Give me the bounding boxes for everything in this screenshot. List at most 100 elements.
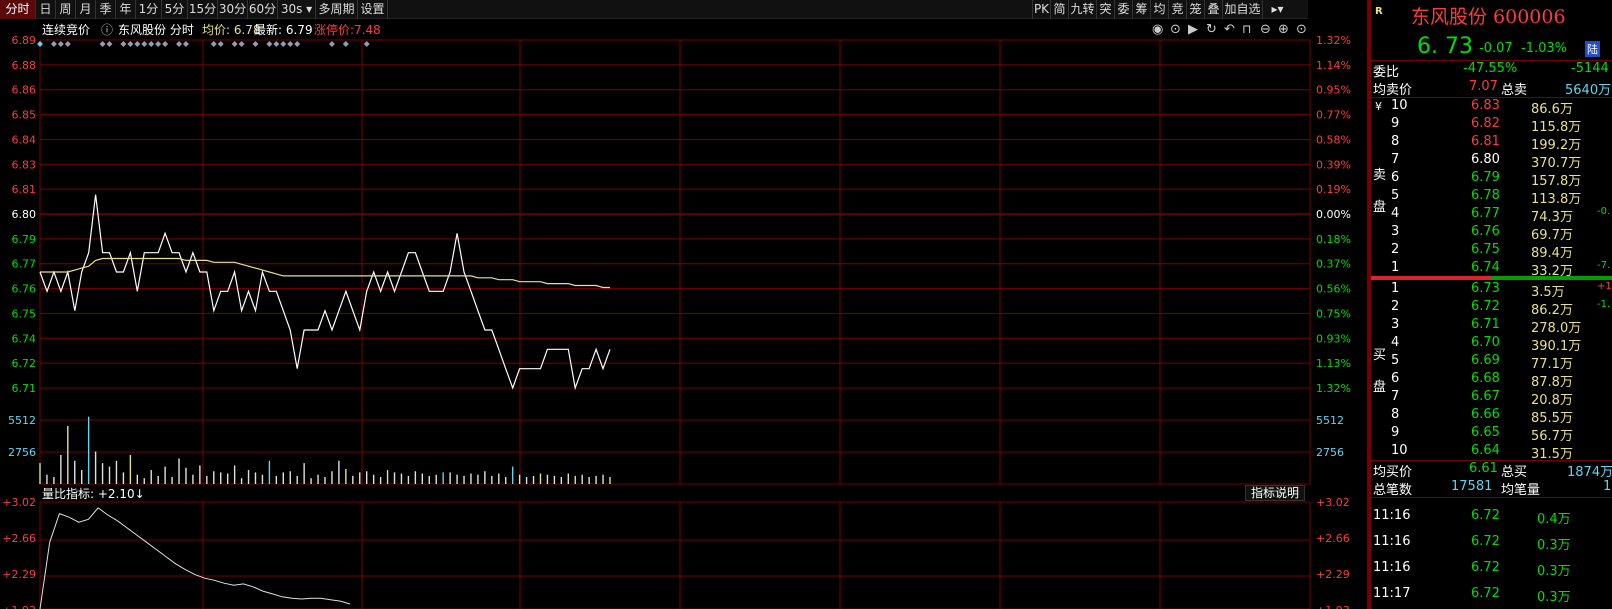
order-level: 2 (1391, 242, 1400, 257)
sell-order-row[interactable]: 9 6.82 115.8万 (1371, 116, 1612, 135)
order-level: 2 (1391, 299, 1400, 314)
avg-buy-price: 6.61 (1469, 461, 1498, 476)
price-tick-label: 6.85 (12, 109, 37, 122)
pct-tick-label: 0.39% (1316, 158, 1351, 171)
order-level: 10 (1391, 98, 1408, 113)
order-volume: 74.3万 (1531, 210, 1573, 225)
tick-row: 11:16 6.72 0.4万 (1371, 508, 1612, 527)
auction-marker (57, 41, 64, 47)
order-level: 3 (1391, 224, 1400, 239)
avg-sell-price: 7.07 (1469, 79, 1498, 94)
sell-order-row[interactable]: 3 6.76 69.7万 (1371, 224, 1612, 243)
price-tick-label: 6.71 (12, 382, 37, 395)
buy-order-row[interactable]: 8 6.66 85.5万 (1371, 407, 1612, 426)
tick-price: 6.72 (1471, 586, 1500, 601)
order-change: -0. (1597, 206, 1611, 217)
ratio-tick-label: +2.66 (2, 532, 36, 545)
auction-marker (182, 41, 189, 47)
avg-price-line (40, 257, 610, 289)
pct-tick-label: 0.19% (1316, 183, 1351, 196)
avg-buy-label: 均买价 (1373, 465, 1413, 480)
sell-order-row[interactable]: 7 6.80 370.7万 (1371, 152, 1612, 171)
volume-ratio-line (39, 507, 351, 609)
volume-ratio-title: 量比指标: +2.10↓ (42, 487, 145, 501)
tick-volume: 0.4万 (1537, 512, 1571, 527)
order-level: 1 (1391, 281, 1400, 296)
buy-order-row[interactable]: 9 6.65 56.7万 (1371, 425, 1612, 444)
avg-trade-value: 1 (1603, 479, 1612, 494)
auction-marker (294, 41, 301, 47)
order-price: 6.75 (1471, 242, 1500, 257)
order-price: 6.76 (1471, 224, 1500, 239)
auction-marker (134, 41, 141, 47)
volume-tick-label: 5512 (8, 414, 36, 427)
order-level: 6 (1391, 170, 1400, 185)
buy-order-row[interactable]: 1 6.73 3.5万 +1. (1371, 281, 1612, 300)
tick-price: 6.72 (1471, 560, 1500, 575)
auction-marker (266, 41, 273, 47)
order-price: 6.82 (1471, 116, 1500, 131)
sell-order-row[interactable]: 5 6.78 113.8万 (1371, 188, 1612, 207)
price-tick-label: 6.74 (12, 332, 37, 345)
order-level: 9 (1391, 425, 1400, 440)
order-price: 6.74 (1471, 260, 1500, 275)
tick-time: 11:16 (1373, 508, 1411, 523)
buy-order-row[interactable]: 7 6.67 20.8万 (1371, 389, 1612, 408)
order-level: 7 (1391, 389, 1400, 404)
order-volume: 115.8万 (1531, 120, 1582, 135)
price-tick-label: 6.76 (12, 283, 37, 296)
sell-order-row[interactable]: 8 6.81 199.2万 (1371, 134, 1612, 153)
buy-order-row[interactable]: 6 6.68 87.8万 (1371, 371, 1612, 390)
order-price: 6.77 (1471, 206, 1500, 221)
price-tick-label: 6.77 (12, 258, 37, 271)
buy-order-row[interactable]: 5 6.69 77.1万 (1371, 353, 1612, 372)
order-level: 1 (1391, 260, 1400, 275)
pct-tick-label: 0.75% (1316, 307, 1351, 320)
price-change: -0.07 (1479, 41, 1513, 56)
buy-order-row[interactable]: 4 6.70 390.1万 (1371, 335, 1612, 354)
ratio-tick-label: +1.93 (1316, 604, 1350, 609)
current-price: 6. 73 (1417, 34, 1473, 59)
auction-marker (148, 41, 155, 47)
total-trades-value: 17581 (1451, 479, 1493, 494)
price-series-line (39, 194, 611, 391)
tick-time: 11:16 (1373, 560, 1411, 575)
stock-title: 东风股份 600006 (1411, 6, 1566, 28)
sell-order-row[interactable]: 4 6.77 74.3万 -0. (1371, 206, 1612, 225)
order-price: 6.73 (1471, 281, 1500, 296)
pct-tick-label: 0.56% (1316, 283, 1351, 296)
spread-bar (1371, 276, 1612, 280)
order-volume: 390.1万 (1531, 339, 1582, 354)
ratio-tick-label: +2.66 (1316, 532, 1350, 545)
sell-order-row[interactable]: 6 6.79 157.8万 (1371, 170, 1612, 189)
auction-marker (120, 41, 127, 47)
order-volume: 20.8万 (1531, 393, 1573, 408)
commission-diff: -5144 (1571, 61, 1609, 76)
auction-marker (106, 41, 113, 47)
order-price: 6.79 (1471, 170, 1500, 185)
volume-tick-label: 5512 (1316, 414, 1344, 427)
sell-order-row[interactable]: 10 6.83 86.6万 (1371, 98, 1612, 117)
tick-row: 11:16 6.72 0.3万 (1371, 560, 1612, 579)
tick-volume: 0.3万 (1537, 538, 1571, 553)
tick-row: 11:16 6.72 0.3万 (1371, 534, 1612, 553)
buy-order-row[interactable]: 2 6.72 86.2万 -1. (1371, 299, 1612, 318)
indicator-help-button[interactable]: 指标说明 (1245, 485, 1305, 501)
auction-marker (217, 41, 224, 47)
sell-order-row[interactable]: 2 6.75 89.4万 (1371, 242, 1612, 261)
total-buy-value: 1874万 (1567, 465, 1612, 480)
buy-order-row[interactable]: 3 6.71 278.0万 (1371, 317, 1612, 336)
auction-marker (37, 41, 43, 47)
auction-marker (273, 41, 280, 47)
auction-marker (127, 41, 134, 47)
price-tick-label: 6.84 (12, 133, 37, 146)
auction-marker (287, 41, 294, 47)
pct-tick-label: 0.77% (1316, 109, 1351, 122)
buy-order-row[interactable]: 10 6.64 31.5万 (1371, 443, 1612, 462)
price-tick-label: 6.81 (12, 183, 37, 196)
auction-marker (238, 41, 245, 47)
order-level: 8 (1391, 134, 1400, 149)
volume-tick-label: 2756 (8, 446, 36, 459)
order-volume: 199.2万 (1531, 138, 1582, 153)
price-tick-label: 6.80 (12, 208, 37, 221)
